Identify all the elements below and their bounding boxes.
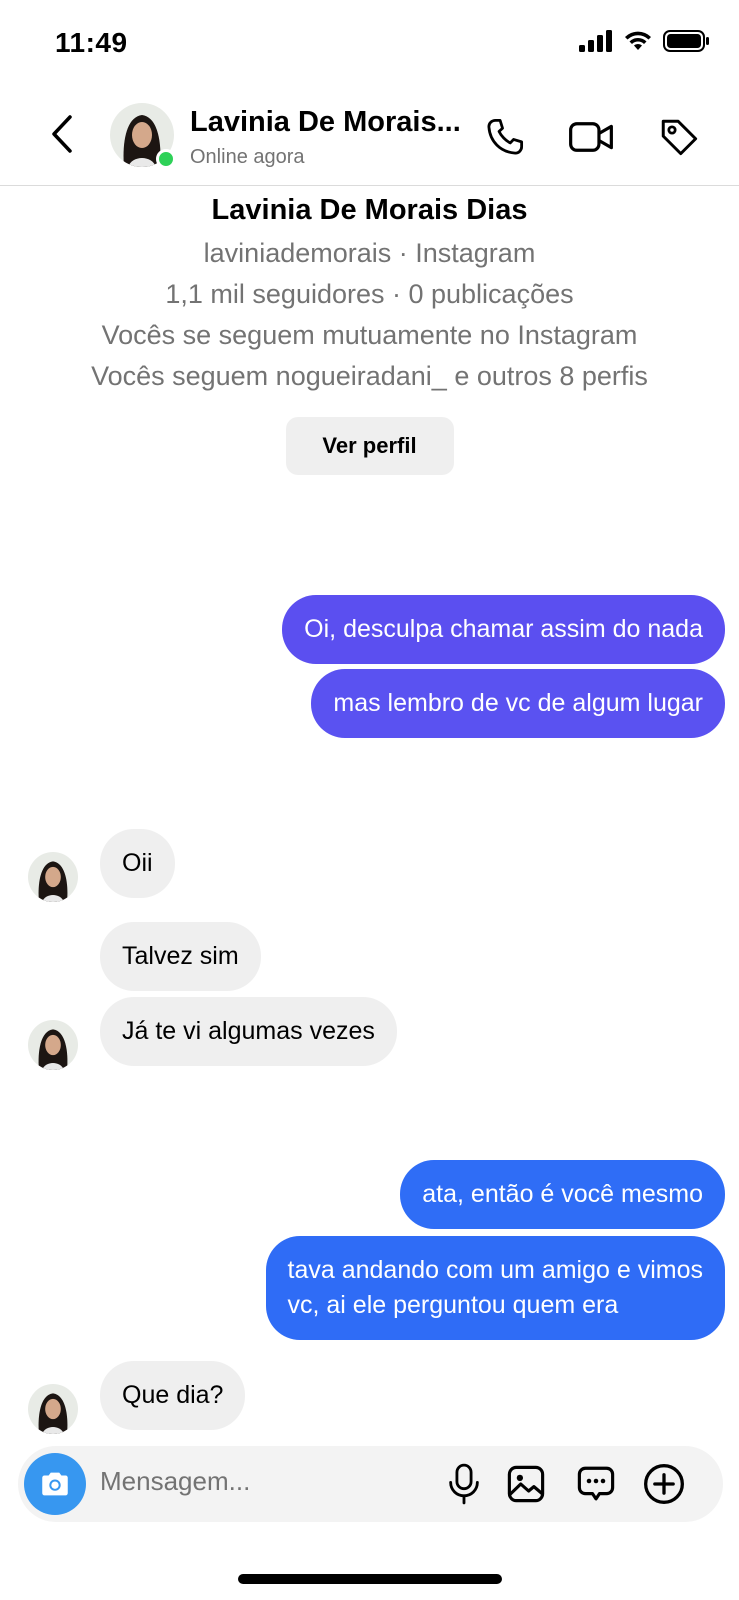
message-avatar[interactable] [28,1020,78,1070]
online-indicator [156,149,176,169]
message-avatar[interactable] [28,1384,78,1434]
message-sent[interactable]: tava andando com um amigo e vimos vc, ai… [265,1236,725,1340]
message-sent[interactable]: mas lembro de vc de algum lugar [311,669,725,738]
message-received[interactable]: Oii [100,829,175,898]
plus-circle-icon [644,1464,684,1504]
status-bar: 11:49 [0,0,739,90]
status-icons [579,30,709,52]
signal-icon [579,30,612,52]
chat-bubble-icon [577,1466,615,1501]
microphone-icon [449,1463,479,1505]
profile-mutual: Vocês se seguem mutuamente no Instagram [101,320,638,350]
view-profile-button[interactable]: Ver perfil [285,417,454,475]
profile-stats: 1,1 mil seguidores · 0 publicações [165,279,574,309]
sticker-button[interactable] [572,1460,620,1508]
profile-card: Lavinia De Morais Dias laviniademorais ·… [0,186,739,475]
video-camera-icon [569,122,613,152]
home-indicator[interactable] [238,1574,502,1584]
avatar-image [28,1020,78,1070]
status-time: 11:49 [55,27,128,58]
profile-follow-info: Vocês seguem nogueiradani_ e outros 8 pe… [91,361,648,391]
voice-message-button[interactable] [440,1460,488,1508]
phone-icon [487,118,524,155]
message-received[interactable]: Talvez sim [100,922,261,991]
profile-name: Lavinia De Morais Dias [211,194,528,226]
message-composer: Mensagem... [18,1446,723,1522]
image-icon [507,1465,545,1503]
camera-icon [42,1472,68,1496]
battery-icon [663,30,709,52]
message-input[interactable]: Mensagem... [100,1466,250,1497]
message-avatar[interactable] [28,852,78,902]
gallery-button[interactable] [502,1460,550,1508]
label-button[interactable] [656,114,702,160]
camera-button[interactable] [24,1453,86,1515]
avatar-image [28,1384,78,1434]
chat-header: Lavinia De Morais... Online agora [0,90,739,186]
audio-call-button[interactable] [482,114,528,160]
video-call-button[interactable] [568,114,614,160]
message-sent[interactable]: Oi, desculpa chamar assim do nada [282,595,725,664]
contact-name[interactable]: Lavinia De Morais... [190,106,470,139]
more-options-button[interactable] [640,1460,688,1508]
message-sent[interactable]: ata, então é você mesmo [400,1160,725,1229]
back-button[interactable] [42,110,82,158]
contact-avatar[interactable] [110,103,176,169]
profile-handle: laviniademorais · Instagram [203,238,536,268]
avatar-image [28,852,78,902]
tag-icon [661,119,698,156]
contact-status: Online agora [190,146,305,168]
wifi-icon [625,31,651,50]
chevron-left-icon [52,115,72,153]
message-received[interactable]: Já te vi algumas vezes [100,997,397,1066]
message-received[interactable]: Que dia? [100,1361,246,1430]
